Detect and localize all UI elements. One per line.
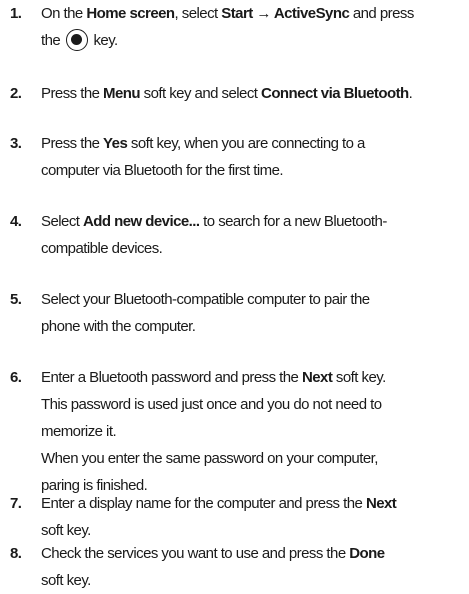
text-run: computer via Bluetooth for the first tim…	[41, 162, 284, 179]
text-run: Check the services you want to use and p…	[41, 545, 350, 562]
bold-term: Connect via Bluetooth	[261, 85, 409, 102]
step-line: Press the Yes soft key, when you are con…	[41, 130, 469, 157]
step-number: 4.	[10, 213, 22, 230]
text-run: , select	[174, 5, 222, 22]
step-number: 5.	[10, 291, 22, 308]
text-run: and press	[349, 5, 414, 22]
text-run: soft key.	[41, 572, 91, 589]
bold-term: Next	[301, 369, 333, 386]
text-run: key.	[89, 32, 118, 49]
step-line: Press the Menu soft key and select Conne…	[41, 80, 469, 107]
step-line: Select Add new device... to search for a…	[41, 208, 469, 235]
text-run: soft key.	[41, 522, 91, 539]
bold-term: Next	[365, 495, 397, 512]
step-number: 7.	[10, 495, 22, 512]
step-line: Enter a Bluetooth password and press the…	[41, 364, 469, 391]
text-run: .	[408, 85, 413, 102]
text-run: This password is used just once and you …	[41, 396, 382, 413]
step-text: Check the services you want to use and p…	[41, 540, 469, 594]
text-run: Press the	[41, 135, 104, 152]
text-run: Enter a display name for the computer an…	[41, 495, 366, 512]
text-run: memorize it.	[41, 423, 117, 440]
step-line: computer via Bluetooth for the first tim…	[41, 157, 469, 184]
step-line: Check the services you want to use and p…	[41, 540, 469, 567]
text-run: the	[41, 32, 64, 49]
text-run: Enter a Bluetooth password and press the	[41, 369, 302, 386]
bold-term: Home screen	[86, 5, 175, 22]
text-run: compatible devices.	[41, 240, 163, 257]
text-run: soft key and select	[140, 85, 262, 102]
step-line: memorize it.	[41, 418, 469, 445]
step-text: Press the Yes soft key, when you are con…	[41, 130, 469, 184]
step-number: 1.	[10, 5, 22, 22]
step-line: When you enter the same password on your…	[41, 445, 469, 472]
step-line: Enter a display name for the computer an…	[41, 490, 469, 517]
text-run: On the	[41, 5, 87, 22]
step-number: 3.	[10, 135, 22, 152]
text-run: Select your Bluetooth-compatible compute…	[41, 291, 370, 308]
step-number: 6.	[10, 369, 22, 386]
text-run: Press the	[41, 85, 104, 102]
step-line: soft key.	[41, 567, 469, 594]
bold-term: ActiveSync	[273, 5, 350, 22]
step-text: Select Add new device... to search for a…	[41, 208, 469, 262]
bold-term: Menu	[103, 85, 141, 102]
step-text: Enter a Bluetooth password and press the…	[41, 364, 469, 499]
text-run: soft key, when you are connecting to a	[127, 135, 366, 152]
bold-term: Start	[221, 5, 253, 22]
bold-term: Yes	[103, 135, 128, 152]
step-text: Select your Bluetooth-compatible compute…	[41, 286, 469, 340]
text-run: to search for a new Bluetooth-	[199, 213, 387, 230]
step-line: phone with the computer.	[41, 313, 469, 340]
bold-term: →	[252, 5, 274, 22]
step-line: On the Home screen, select Start → Activ…	[41, 0, 469, 27]
step-text: On the Home screen, select Start → Activ…	[41, 0, 469, 54]
step-line: the key.	[41, 27, 469, 54]
step-line: compatible devices.	[41, 235, 469, 262]
step-number: 8.	[10, 545, 22, 562]
instruction-steps: 1. On the Home screen, select Start → Act…	[0, 0, 469, 589]
bold-term: Done	[349, 545, 385, 562]
bold-term: Add new device...	[83, 213, 200, 230]
text-run: When you enter the same password on your…	[41, 450, 378, 467]
step-text: Enter a display name for the computer an…	[41, 490, 469, 544]
text-run: soft key.	[332, 369, 386, 386]
text-run: phone with the computer.	[41, 318, 196, 335]
step-line: Select your Bluetooth-compatible compute…	[41, 286, 469, 313]
step-line: This password is used just once and you …	[41, 391, 469, 418]
step-number: 2.	[10, 85, 22, 102]
step-text: Press the Menu soft key and select Conne…	[41, 80, 469, 107]
text-run: Select	[41, 213, 84, 230]
center-key-icon	[65, 29, 88, 51]
